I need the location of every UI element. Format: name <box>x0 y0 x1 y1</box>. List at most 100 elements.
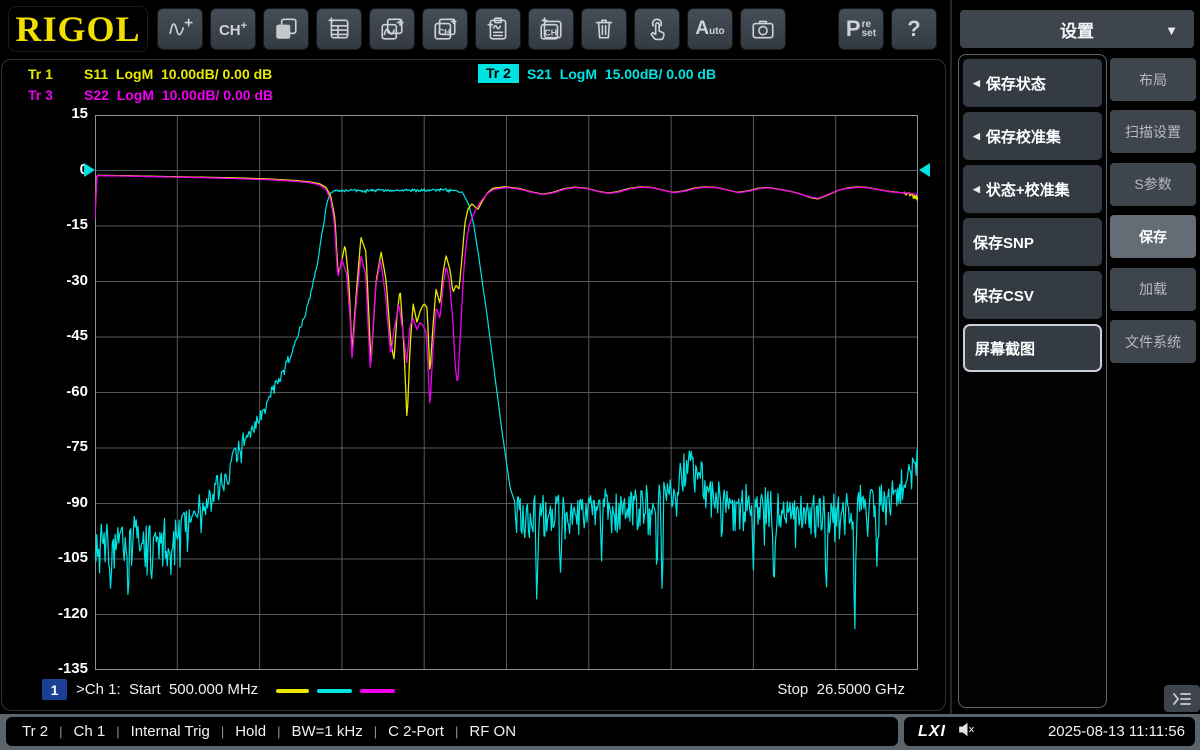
datetime: 2025-08-13 11:11:56 <box>1048 723 1185 740</box>
trace2-params[interactable]: S21 LogM 15.00dB/ 0.00 dB <box>527 66 716 82</box>
speaker-muted-icon[interactable] <box>958 722 976 742</box>
submenu-item-3[interactable]: ◀状态+校准集 <box>963 165 1102 213</box>
chevron-down-icon: ▼ <box>1165 23 1178 38</box>
display-table-button[interactable] <box>316 8 362 50</box>
submenu-item-2[interactable]: ◀ 保存校准集 <box>963 112 1102 160</box>
trash-icon <box>591 16 617 42</box>
menu-item-2[interactable]: 扫描设置 <box>1110 110 1196 153</box>
status-separator: | <box>277 724 280 739</box>
svg-text:CH: CH <box>545 28 558 38</box>
status-separator: | <box>455 724 458 739</box>
sidebar-title-text: 设置 <box>1060 17 1094 42</box>
save-trace-data-button[interactable] <box>475 8 521 50</box>
preset-icon: P reset <box>846 16 876 42</box>
submenu-item-label: 保存校准集 <box>986 126 1061 147</box>
menu-item-5[interactable]: 加载 <box>1110 268 1196 311</box>
y-tick-label: -105 <box>18 549 88 566</box>
sidebar-title[interactable]: 设置 ▼ <box>960 10 1194 48</box>
add-channel-button[interactable]: CH+ <box>210 8 256 50</box>
submenu-item-label: 保存SNP <box>973 232 1034 253</box>
menu-item-6[interactable]: 文件系统 <box>1110 320 1196 363</box>
window-layout-button[interactable] <box>263 8 309 50</box>
y-tick-label: -30 <box>18 272 88 289</box>
trace1-id[interactable]: Tr 1 <box>28 66 53 82</box>
submenu-item-label: 状态+校准集 <box>986 179 1070 200</box>
status-segment-3: Internal Trig <box>131 723 210 740</box>
auto-scale-button[interactable]: Auto <box>687 8 733 50</box>
y-tick-label: -45 <box>18 327 88 344</box>
submenu-item-5[interactable]: 保存CSV <box>963 271 1102 319</box>
status-bar: Tr 2|Ch 1|Internal Trig|Hold|BW=1 kHz|C … <box>0 714 1200 750</box>
submenu-item-1[interactable]: ◀保存状态 <box>963 59 1102 107</box>
trace3-id[interactable]: Tr 3 <box>28 87 53 103</box>
rigol-logo: RIGOL <box>8 6 148 52</box>
menu-item-label: 扫描设置 <box>1125 122 1181 142</box>
trace1-params[interactable]: S11 LogM 10.00dB/ 0.00 dB <box>84 66 272 82</box>
y-tick-label: -75 <box>18 438 88 455</box>
menu-item-label: 布局 <box>1139 70 1167 90</box>
screenshot-camera-button[interactable] <box>740 8 786 50</box>
status-separator: | <box>221 724 224 739</box>
auto-icon: Auto <box>695 18 724 40</box>
submenu-item-label: 屏幕截图 <box>975 338 1035 359</box>
table-add-icon <box>326 16 352 42</box>
toolbar: RIGOL CH+ <box>0 0 948 58</box>
menu-item-4[interactable]: 保存 <box>1110 215 1196 258</box>
status-segment-7: RF ON <box>469 723 516 740</box>
stacked-windows-icon <box>273 16 299 42</box>
y-tick-label: 0 <box>18 161 88 178</box>
trace1-color-swatch <box>276 689 309 693</box>
status-segment-1: Tr 2 <box>22 723 48 740</box>
submenu-expand-arrow-icon: ◀ <box>973 78 980 89</box>
ref-level-marker-right[interactable] <box>919 163 930 177</box>
status-segment-5: BW=1 kHz <box>291 723 362 740</box>
help-button[interactable]: ? <box>891 8 937 50</box>
status-separator: | <box>116 724 119 739</box>
y-tick-label: -60 <box>18 383 88 400</box>
preset-button[interactable]: P reset <box>838 8 884 50</box>
channel-badge: 1 <box>42 679 67 700</box>
status-separator: | <box>374 724 377 739</box>
collapse-menu-icon <box>1172 691 1192 707</box>
trace2-active-badge[interactable]: Tr 2 <box>478 64 519 83</box>
y-tick-label: -120 <box>18 605 88 622</box>
collapse-menu-button[interactable] <box>1164 685 1200 712</box>
waveform-add-icon <box>167 16 193 42</box>
y-tick-label: -15 <box>18 216 88 233</box>
add-trace-window-button[interactable] <box>369 8 415 50</box>
touch-button[interactable] <box>634 8 680 50</box>
camera-icon <box>750 16 776 42</box>
system-status-pill: LXI 2025-08-13 11:11:56 <box>904 717 1195 746</box>
plot-area <box>95 115 918 670</box>
menu-item-1[interactable]: 布局 <box>1110 58 1196 101</box>
touch-icon <box>644 16 670 42</box>
status-separator: | <box>59 724 62 739</box>
add-channel-window-button[interactable]: CH <box>422 8 468 50</box>
sweep-stop-label: Stop 26.5000 GHz <box>740 681 905 698</box>
ref-level-marker-left[interactable] <box>84 163 95 177</box>
plot-svg <box>95 115 918 670</box>
svg-text:CH: CH <box>438 27 451 37</box>
delete-button[interactable] <box>581 8 627 50</box>
trace2-color-swatch <box>317 689 352 693</box>
submenu-item-label: 保存CSV <box>973 285 1034 306</box>
submenu-item-6[interactable]: 屏幕截图 <box>963 324 1102 372</box>
menu-item-label: S参数 <box>1134 174 1171 194</box>
sweep-start-label: >Ch 1: Start 500.000 MHz <box>76 681 258 698</box>
add-trace-button[interactable] <box>157 8 203 50</box>
settings-sidebar: 设置 ▼ ◀保存状态◀保存校准集◀状态+校准集保存SNP保存CSV屏幕截图 布局… <box>950 0 1200 714</box>
ch-plus-icon: CH+ <box>219 20 247 39</box>
submenu-expand-arrow-icon: ◀ <box>973 131 980 142</box>
menu-item-label: 保存 <box>1139 227 1167 247</box>
clipboard-waveform-add-icon <box>485 16 511 42</box>
save-submenu-panel: ◀保存状态◀保存校准集◀状态+校准集保存SNP保存CSV屏幕截图 <box>958 54 1107 708</box>
vna-screen: RIGOL CH+ <box>0 0 1200 750</box>
submenu-item-4[interactable]: 保存SNP <box>963 218 1102 266</box>
y-tick-label: -90 <box>18 494 88 511</box>
trace3-params[interactable]: S22 LogM 10.00dB/ 0.00 dB <box>84 87 273 103</box>
menu-item-3[interactable]: S参数 <box>1110 163 1196 206</box>
save-channel-button[interactable]: CH <box>528 8 574 50</box>
status-segment-6: C 2-Port <box>388 723 444 740</box>
y-tick-label: -135 <box>18 660 88 677</box>
trace3-color-swatch <box>360 689 395 693</box>
